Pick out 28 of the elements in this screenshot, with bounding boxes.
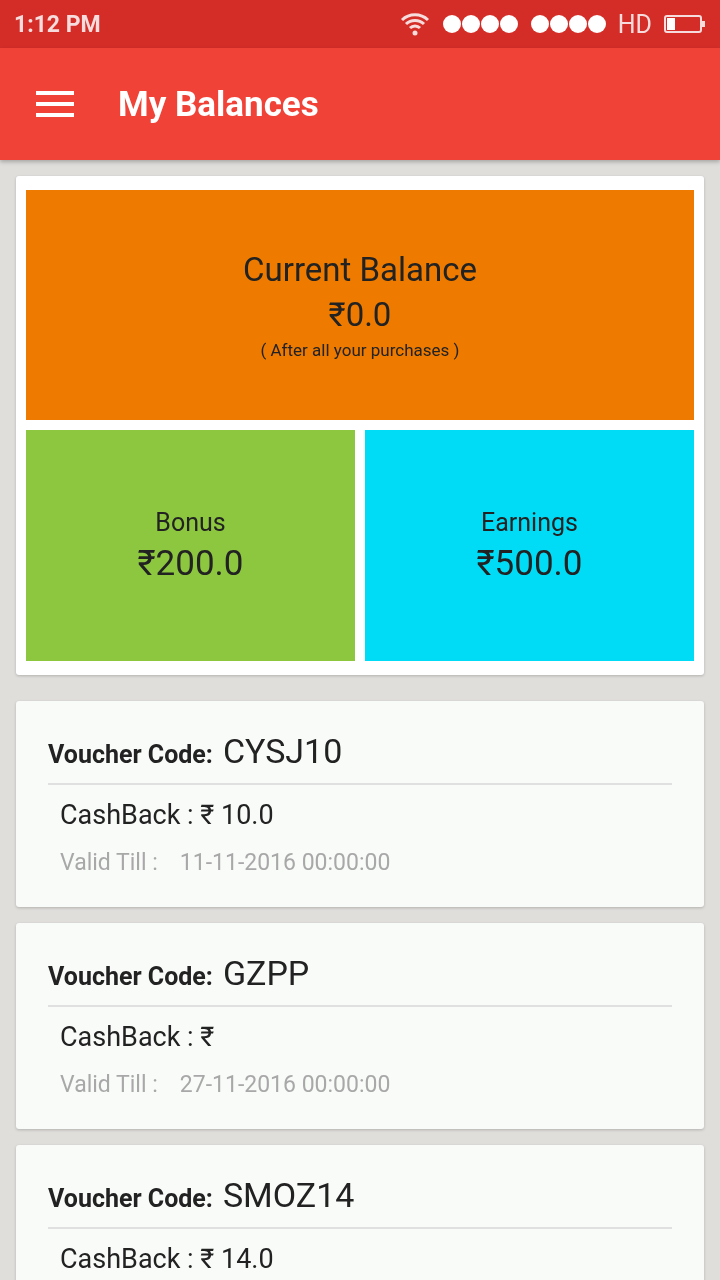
status-time: 1:12 PM: [14, 10, 101, 38]
signal-icon: [529, 14, 606, 34]
valid-till-date: 11-11-2016 00:00:00: [179, 849, 391, 876]
voucher-code: GZPP: [222, 953, 310, 993]
battery-icon: [664, 14, 706, 34]
cashback-text: CashBack : ₹: [59, 1020, 216, 1053]
voucher-code: SMOZ14: [222, 1175, 355, 1215]
app-title: My Balances: [118, 83, 319, 125]
wifi-icon: [399, 12, 430, 36]
cashback-text: CashBack : ₹ 10.0: [59, 798, 275, 831]
tile-label: Earnings: [481, 507, 578, 537]
balance-label: Current Balance: [243, 250, 477, 289]
tile-amount: ₹500.0: [476, 542, 583, 584]
tile-amount: ₹200.0: [137, 542, 244, 584]
menu-icon[interactable]: [36, 90, 74, 118]
signal-icon: [441, 14, 518, 34]
network-type: HD: [617, 9, 652, 39]
balance-amount: ₹0.0: [328, 295, 392, 334]
voucher-code: CYSJ10: [222, 731, 343, 771]
valid-till-label: Valid Till :: [60, 1071, 158, 1098]
voucher-code-label: Voucher Code:: [48, 740, 213, 769]
valid-till-label: Valid Till :: [60, 849, 158, 876]
voucher-code-label: Voucher Code:: [48, 1184, 213, 1213]
cashback-text: CashBack : ₹ 14.0: [59, 1242, 275, 1275]
balance-note: ( After all your purchases ): [260, 340, 460, 360]
valid-till-date: 27-11-2016 00:00:00: [179, 1071, 391, 1098]
tile-label: Bonus: [155, 507, 226, 537]
voucher-code-label: Voucher Code:: [48, 962, 213, 991]
